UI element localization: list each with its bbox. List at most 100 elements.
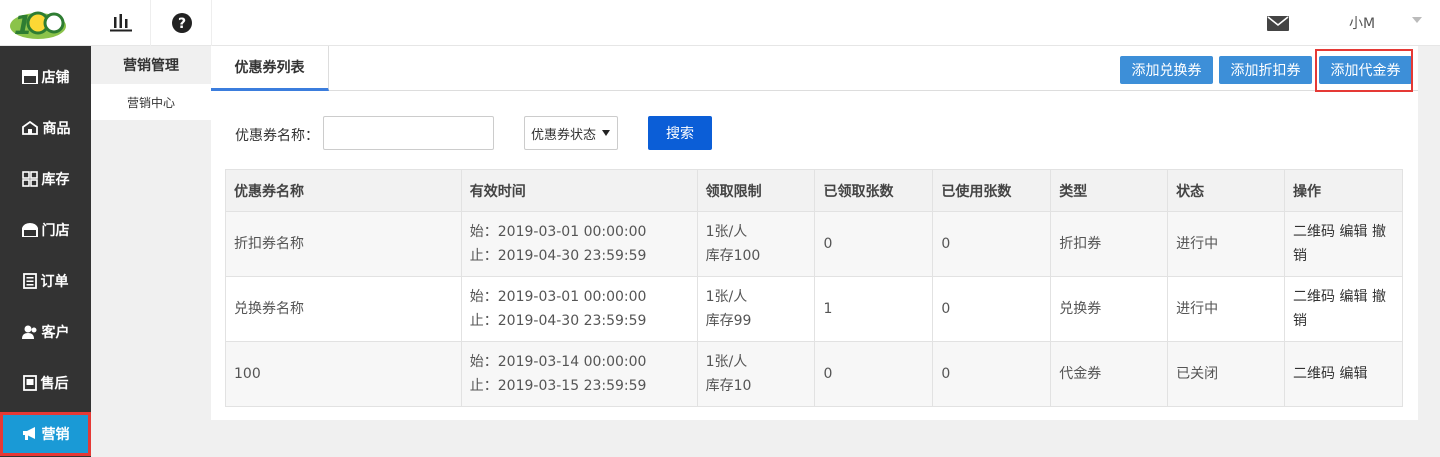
chevron-down-icon[interactable] <box>1412 17 1422 23</box>
after-sales-icon <box>22 375 37 391</box>
megaphone-icon <box>22 427 35 440</box>
cell-used: 0 <box>932 341 1052 407</box>
top-bar: 1 ? 小M <box>0 0 1440 46</box>
cell-limit-per-user: 1张/人 <box>705 354 748 370</box>
qrcode-link[interactable]: 二维码 <box>1293 289 1335 305</box>
sub-sidebar: 营销管理 营销中心 <box>91 46 211 457</box>
cell-actions: 二维码 编辑 撤销 <box>1284 276 1403 342</box>
cell-stock: 库存10 <box>705 378 752 394</box>
caret-down-icon <box>602 130 610 136</box>
search-button[interactable]: 搜索 <box>648 116 712 150</box>
table-row: 折扣券名称 始：2019-03-01 00:00:00 止：2019-04-30 … <box>225 211 1403 277</box>
cell-start: 始：2019-03-01 00:00:00 <box>469 224 647 240</box>
sidebar-item-label: 订单 <box>40 274 69 290</box>
cell-name: 兑换券名称 <box>225 276 462 342</box>
mail-icon[interactable] <box>1263 12 1293 34</box>
cell-status: 已关闭 <box>1167 341 1286 407</box>
cell-limit-per-user: 1张/人 <box>705 224 748 240</box>
qrcode-link[interactable]: 二维码 <box>1293 224 1335 240</box>
column-header-type[interactable]: 类型 <box>1050 169 1169 212</box>
add-exchange-coupon-button[interactable]: 添加兑换券 <box>1120 56 1213 84</box>
sidebar-item-store[interactable]: 店铺 <box>0 55 91 99</box>
cell-stock: 库存99 <box>705 313 752 329</box>
coupon-status-select[interactable]: 优惠券状态 <box>524 116 618 150</box>
coupon-name-label: 优惠券名称： <box>235 128 319 144</box>
cell-name: 100 <box>225 341 462 407</box>
cell-validity: 始：2019-03-01 00:00:00 止：2019-04-30 23:59:… <box>460 211 698 277</box>
sidebar-item-product[interactable]: 商品 <box>0 106 91 150</box>
sidebar-item-label: 商品 <box>42 121 71 137</box>
cell-start: 始：2019-03-14 00:00:00 <box>469 354 647 370</box>
cell-limit: 1张/人库存100 <box>696 211 816 277</box>
sidebar-item-label: 客户 <box>41 325 70 341</box>
qrcode-link[interactable]: 二维码 <box>1293 366 1335 382</box>
column-header-claimed[interactable]: 已领取张数 <box>814 169 934 212</box>
table-header-row: 优惠券名称 有效时间 领取限制 已领取张数 已使用张数 类型 状态 操作 <box>225 169 1403 212</box>
inventory-icon <box>21 171 38 187</box>
cell-actions: 二维码 编辑 <box>1284 341 1403 407</box>
coupon-name-input[interactable] <box>323 116 494 150</box>
sidebar-item-marketing[interactable]: 营销 <box>0 412 91 456</box>
cell-status: 进行中 <box>1167 276 1286 342</box>
shop-icon <box>21 223 38 237</box>
cell-end: 止：2019-04-30 23:59:59 <box>469 248 647 264</box>
column-header-actions[interactable]: 操作 <box>1284 169 1403 212</box>
edit-link[interactable]: 编辑 <box>1340 289 1368 305</box>
user-name[interactable]: 小M <box>1349 13 1375 33</box>
product-icon <box>21 121 38 135</box>
column-header-validity[interactable]: 有效时间 <box>460 169 698 212</box>
sidebar-item-order[interactable]: 订单 <box>0 259 91 303</box>
cell-claimed: 0 <box>814 341 934 407</box>
cell-limit: 1张/人库存99 <box>696 276 816 342</box>
column-header-used[interactable]: 已使用张数 <box>932 169 1052 212</box>
sidebar-item-customer[interactable]: 客户 <box>0 310 91 354</box>
cell-used: 0 <box>932 211 1052 277</box>
sidebar-item-label: 门店 <box>41 223 70 239</box>
logo[interactable]: 1 <box>8 4 68 42</box>
cell-end: 止：2019-04-30 23:59:59 <box>469 313 647 329</box>
cell-limit-per-user: 1张/人 <box>705 289 748 305</box>
cell-validity: 始：2019-03-14 00:00:00 止：2019-03-15 23:59:… <box>460 341 698 407</box>
sidebar-item-inventory[interactable]: 库存 <box>0 157 91 201</box>
sidebar-item-label: 店铺 <box>41 70 70 86</box>
sub-sidebar-item-marketing-center[interactable]: 营销中心 <box>91 84 211 120</box>
svg-text:?: ? <box>177 16 185 32</box>
coupon-status-select-value: 优惠券状态 <box>531 127 597 143</box>
bar-chart-icon[interactable] <box>91 0 151 46</box>
sidebar-item-shop[interactable]: 门店 <box>0 208 91 252</box>
cell-end: 止：2019-03-15 23:59:59 <box>469 378 647 394</box>
cell-stock: 库存100 <box>705 248 761 264</box>
main-panel: 优惠券列表 添加兑换券 添加折扣券 添加代金券 优惠券名称： 优惠券状态 搜索 … <box>211 46 1418 420</box>
help-icon[interactable]: ? <box>152 0 212 46</box>
column-header-limit[interactable]: 领取限制 <box>696 169 816 212</box>
edit-link[interactable]: 编辑 <box>1340 366 1368 382</box>
add-discount-coupon-button[interactable]: 添加折扣券 <box>1219 56 1312 84</box>
cell-type: 折扣券 <box>1050 211 1169 277</box>
cell-used: 0 <box>932 276 1052 342</box>
column-header-name[interactable]: 优惠券名称 <box>225 169 462 212</box>
tab-coupon-list[interactable]: 优惠券列表 <box>211 46 329 91</box>
cell-start: 始：2019-03-01 00:00:00 <box>469 289 647 305</box>
edit-link[interactable]: 编辑 <box>1340 224 1368 240</box>
sidebar-item-label: 库存 <box>41 172 70 188</box>
table-row: 兑换券名称 始：2019-03-01 00:00:00 止：2019-04-30 … <box>225 276 1403 342</box>
sidebar-item-label: 售后 <box>40 376 69 392</box>
sidebar: 店铺 商品 库存 门店 订单 客户 售后 营销 <box>0 46 91 457</box>
cell-actions: 二维码 编辑 撤销 <box>1284 211 1403 277</box>
customer-icon <box>21 325 36 339</box>
highlight-box <box>1315 49 1413 92</box>
cell-claimed: 0 <box>814 211 934 277</box>
cell-claimed: 1 <box>814 276 934 342</box>
cell-status: 进行中 <box>1167 211 1286 277</box>
sub-sidebar-title: 营销管理 <box>123 58 179 74</box>
cell-limit: 1张/人库存10 <box>696 341 816 407</box>
cell-type: 代金券 <box>1050 341 1169 407</box>
column-header-status[interactable]: 状态 <box>1167 169 1286 212</box>
sidebar-item-after-sales[interactable]: 售后 <box>0 361 91 405</box>
table-row: 100 始：2019-03-14 00:00:00 止：2019-03-15 23… <box>225 341 1403 407</box>
coupon-table: 优惠券名称 有效时间 领取限制 已领取张数 已使用张数 类型 状态 操作 折扣券… <box>225 169 1403 407</box>
cell-name: 折扣券名称 <box>225 211 462 277</box>
cell-validity: 始：2019-03-01 00:00:00 止：2019-04-30 23:59:… <box>460 276 698 342</box>
cell-type: 兑换券 <box>1050 276 1169 342</box>
sidebar-item-label: 营销 <box>41 427 70 443</box>
